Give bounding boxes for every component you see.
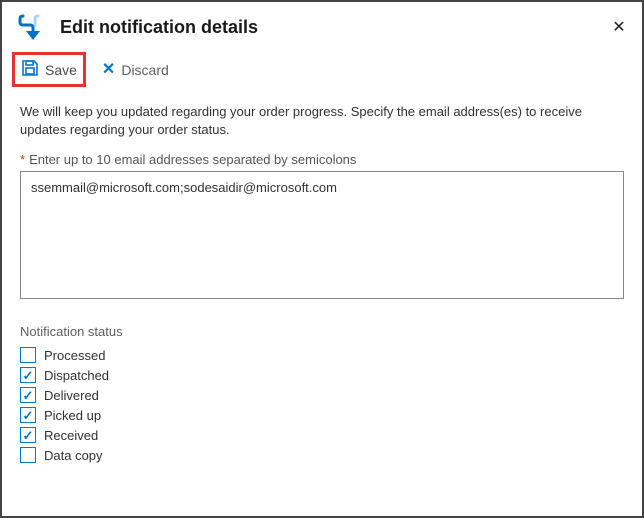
status-label: Delivered [44, 388, 99, 403]
status-checkbox[interactable] [20, 427, 36, 443]
status-row: Data copy [20, 447, 624, 463]
status-section-label: Notification status [20, 324, 624, 339]
panel-header: Edit notification details ✕ [2, 2, 642, 50]
save-icon [21, 59, 39, 80]
status-row: Received [20, 427, 624, 443]
status-row: Delivered [20, 387, 624, 403]
save-button-label: Save [45, 62, 77, 78]
panel-title: Edit notification details [60, 17, 610, 38]
discard-button[interactable]: ✕ Discard [96, 58, 175, 82]
status-checkbox[interactable] [20, 347, 36, 363]
status-row: Processed [20, 347, 624, 363]
status-checkbox[interactable] [20, 367, 36, 383]
status-checkbox[interactable] [20, 407, 36, 423]
status-row: Picked up [20, 407, 624, 423]
status-label: Processed [44, 348, 105, 363]
required-asterisk: * [20, 152, 25, 167]
panel-edit-notification: Edit notification details ✕ Save ✕ Disca… [0, 0, 644, 518]
status-label: Picked up [44, 408, 101, 423]
close-icon[interactable]: ✕ [610, 17, 628, 37]
status-checkbox[interactable] [20, 387, 36, 403]
databox-logo-icon [16, 12, 50, 42]
status-list: Processed Dispatched Delivered Picked up Rec… [20, 347, 624, 463]
discard-icon: ✕ [102, 62, 115, 78]
status-checkbox[interactable] [20, 447, 36, 463]
status-label: Data copy [44, 448, 103, 463]
save-button[interactable]: Save [12, 52, 86, 87]
status-label: Received [44, 428, 98, 443]
email-input[interactable] [20, 171, 624, 299]
description-text: We will keep you updated regarding your … [20, 103, 624, 138]
toolbar: Save ✕ Discard [2, 50, 642, 97]
status-row: Dispatched [20, 367, 624, 383]
status-label: Dispatched [44, 368, 109, 383]
discard-button-label: Discard [121, 62, 168, 78]
email-field-label: *Enter up to 10 email addresses separate… [20, 152, 624, 167]
panel-body: We will keep you updated regarding your … [2, 97, 642, 463]
